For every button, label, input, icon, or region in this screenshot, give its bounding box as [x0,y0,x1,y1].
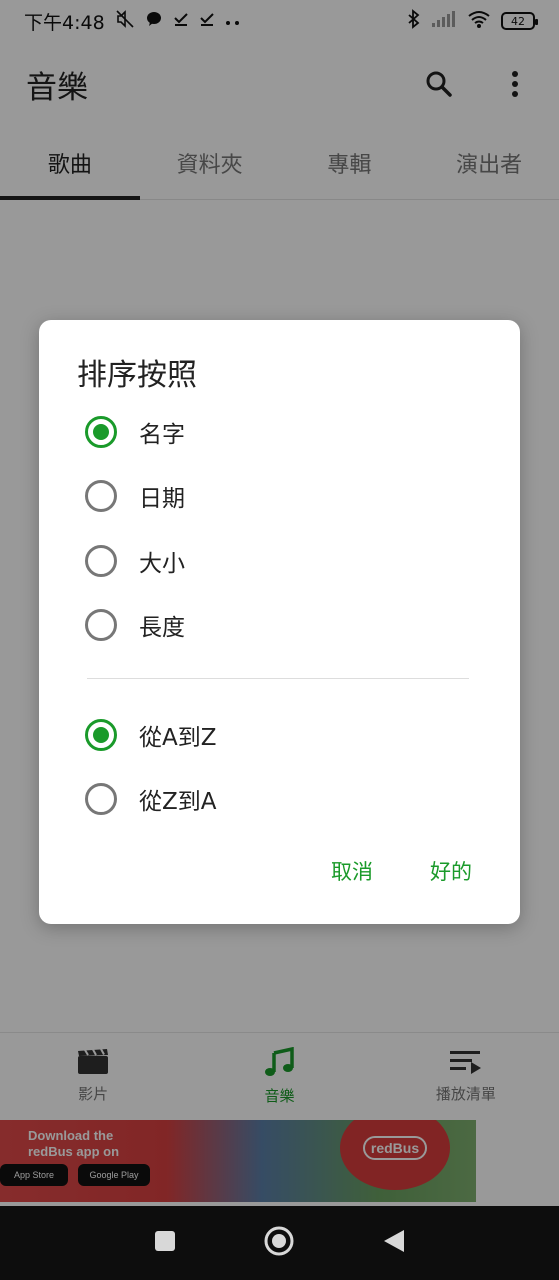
dialog-divider [87,678,469,679]
sort-option-label: 長度 [139,615,185,641]
sort-option-name[interactable]: 名字 [85,407,185,457]
order-option-label: 從A到Z [139,725,217,751]
radio-button-checked[interactable] [85,416,117,448]
radio-button[interactable] [85,609,117,641]
dialog-title: 排序按照 [77,358,197,393]
sort-option-label: 大小 [139,551,185,577]
ok-button[interactable]: 好的 [430,856,472,886]
recents-icon[interactable] [153,1229,177,1257]
cancel-button[interactable]: 取消 [331,856,373,886]
radio-button[interactable] [85,480,117,512]
radio-button[interactable] [85,545,117,577]
sort-option-label: 名字 [139,422,185,448]
radio-button-checked[interactable] [85,719,117,751]
sort-option-date[interactable]: 日期 [85,471,185,521]
radio-button[interactable] [85,783,117,815]
sort-option-length[interactable]: 長度 [85,600,185,650]
sort-option-size[interactable]: 大小 [85,536,185,586]
system-nav-bar [0,1206,559,1280]
back-icon[interactable] [382,1228,406,1258]
order-option-label: 從Z到A [139,789,217,815]
sort-dialog: 排序按照 名字 日期 大小 長度 從A到Z 從Z到A 取消 好的 [39,320,520,924]
home-icon[interactable] [263,1225,295,1261]
order-option-z-to-a[interactable]: 從Z到A [85,774,217,824]
order-option-a-to-z[interactable]: 從A到Z [85,710,217,760]
sort-option-label: 日期 [139,486,185,512]
